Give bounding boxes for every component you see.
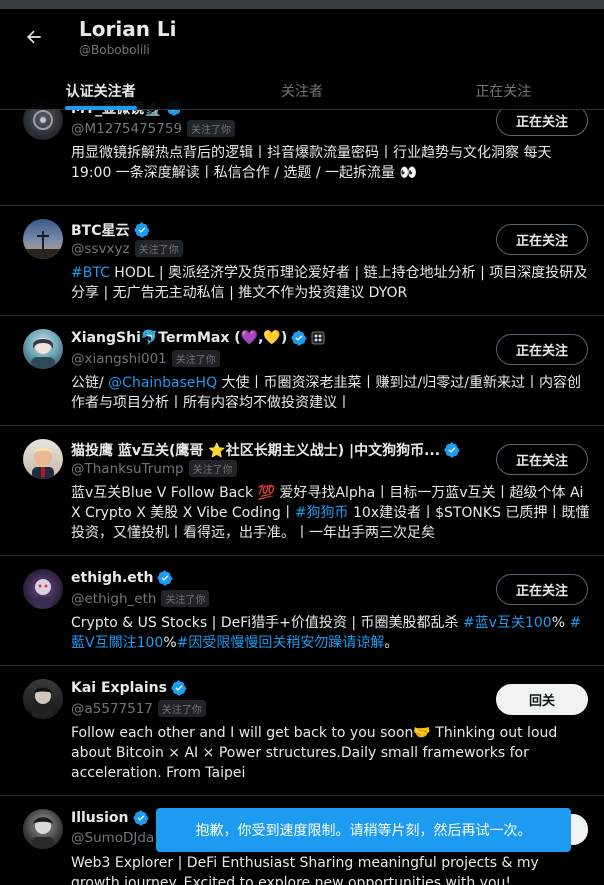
avatar[interactable]	[23, 569, 63, 609]
tab-followers[interactable]: 关注者	[201, 71, 402, 110]
page-title: Lorian Li	[79, 17, 177, 41]
following-button[interactable]: 正在关注	[496, 444, 588, 475]
bio-text: Follow each other and I will get back to…	[71, 725, 558, 781]
verified-badge-icon	[133, 222, 150, 238]
account-bio: Follow each other and I will get back to…	[71, 723, 591, 783]
following-button[interactable]: 正在关注	[496, 224, 588, 255]
profile-header: Lorian Li @Bobobolili 认证关注者 关注者 正在关注	[0, 9, 604, 110]
hashtag-link[interactable]: #狗狗币	[295, 505, 349, 521]
hashtag-link[interactable]: #BTC	[71, 265, 110, 281]
follows-you-badge: 关注了你	[187, 120, 236, 137]
affiliate-badge-icon	[311, 331, 325, 345]
account-name[interactable]: Kai Explains	[71, 680, 167, 696]
bio-text: Crypto & US Stocks | DeFi猎手+价值投资 | 币圈美股都…	[71, 615, 463, 631]
bio-text: %	[551, 615, 570, 631]
tab-label: 关注者	[280, 84, 323, 100]
window-top-strip	[0, 0, 604, 9]
account-name[interactable]: XiangShi🐬TermMax (💜,💛)	[71, 330, 287, 346]
account-handle: @SumoDJda	[71, 830, 155, 846]
hashtag-link[interactable]: #蓝v互关100	[463, 615, 552, 631]
account-name[interactable]: 猫投鹰 蓝v互关(鹰哥 ⭐社区长期主义战士) |中文狗狗币...	[71, 440, 440, 460]
rate-limit-toast: 抱歉，你受到速度限制。请稍等片刻，然后再试一次。	[156, 808, 571, 852]
account-handle: @M1275475759	[71, 120, 183, 137]
list-item[interactable]: 猫投鹰 蓝v互关(鹰哥 ⭐社区长期主义战士) |中文狗狗币... @Thanks…	[0, 426, 604, 556]
follows-you-badge: 关注了你	[171, 350, 220, 367]
account-handle: @ssvxyz	[71, 240, 130, 257]
avatar-image	[32, 447, 54, 479]
list-item[interactable]: MY_显微镜🔬 @M1275475759 关注了你 正在关注 用显微镜拆解热点背…	[0, 100, 604, 206]
follow-back-button[interactable]: 回关	[496, 684, 588, 715]
tab-following[interactable]: 正在关注	[403, 71, 604, 110]
tab-bar: 认证关注者 关注者 正在关注	[0, 71, 604, 110]
account-bio: Web3 Explorer | DeFi Enthusiast Sharing …	[71, 853, 591, 885]
list-item[interactable]: XiangShi🐬TermMax (💜,💛) @xiangshi001 关注了你…	[0, 316, 604, 426]
tab-label: 正在关注	[475, 84, 532, 100]
account-handle: @ethigh_eth	[71, 590, 157, 607]
avatar[interactable]	[23, 329, 63, 369]
arrow-left-icon	[27, 30, 41, 44]
page-handle: @Bobobolili	[79, 43, 150, 57]
account-handle: @ThanksuTrump	[71, 460, 184, 477]
tab-label: 认证关注者	[65, 84, 136, 100]
bio-text: Web3 Explorer | DeFi Enthusiast Sharing …	[71, 855, 539, 885]
follows-you-badge: 关注了你	[134, 240, 183, 257]
avatar[interactable]	[23, 219, 63, 259]
account-name[interactable]: Illusion	[71, 810, 129, 826]
bio-text: 公链/	[71, 375, 109, 391]
avatar-image	[31, 338, 55, 369]
list-item[interactable]: ethigh.eth @ethigh_eth 关注了你 正在关注 Crypto …	[0, 556, 604, 666]
follows-you-badge: 关注了你	[161, 590, 210, 607]
account-handle: @a5577517	[71, 700, 153, 717]
verified-badge-icon	[157, 570, 173, 586]
bio-text: %	[163, 635, 177, 651]
bio-text: 用显微镜拆解热点背后的逻辑丨抖音爆款流量密码丨行业趋势与文化洞察 每天19:00…	[71, 145, 552, 181]
account-bio: Crypto & US Stocks | DeFi猎手+价值投资 | 币圈美股都…	[71, 613, 591, 653]
following-button[interactable]: 正在关注	[496, 334, 588, 365]
verified-badge-icon	[171, 680, 187, 696]
follows-you-badge: 关注了你	[157, 700, 206, 717]
avatar[interactable]	[23, 439, 63, 479]
active-tab-indicator	[64, 106, 137, 110]
verified-badge-icon	[291, 330, 307, 346]
back-button[interactable]	[17, 20, 51, 54]
avatar-image	[32, 687, 54, 719]
account-name[interactable]: ethigh.eth	[71, 570, 153, 586]
hashtag-link[interactable]: #因受限慢慢回关稍安勿躁请谅解	[177, 635, 385, 651]
account-bio: 蓝v互关Blue V Follow Back 💯 爱好寻找Alpha丨目标一万蓝…	[71, 483, 591, 543]
following-button[interactable]: 正在关注	[496, 574, 588, 605]
bio-text: 。	[384, 635, 399, 651]
tab-verified-followers[interactable]: 认证关注者	[0, 71, 201, 110]
avatar-image	[23, 231, 63, 259]
avatar[interactable]	[23, 679, 63, 719]
verified-badge-icon	[444, 442, 460, 458]
bio-text: HODL | 奥派经济学及货币理论爱好者 | 链上持仓地址分析 | 项目深度投研…	[71, 265, 588, 301]
mention-link[interactable]: @ChainbaseHQ	[108, 375, 217, 391]
account-bio: 公链/ @ChainbaseHQ 大使丨币圈资深老韭菜丨赚到过/归零过/重新来过…	[71, 373, 591, 413]
list-item[interactable]: Kai Explains @a5577517 关注了你 回关 Follow ea…	[0, 666, 604, 796]
account-name[interactable]: BTC星云	[71, 220, 130, 240]
account-bio: #BTC HODL | 奥派经济学及货币理论爱好者 | 链上持仓地址分析 | 项…	[71, 263, 591, 303]
account-handle: @xiangshi001	[71, 350, 167, 367]
avatar-image	[32, 817, 54, 849]
avatar[interactable]	[23, 809, 63, 849]
account-bio: 用显微镜拆解热点背后的逻辑丨抖音爆款流量密码丨行业趋势与文化洞察 每天19:00…	[71, 143, 591, 183]
avatar-image	[33, 579, 53, 609]
follows-you-badge: 关注了你	[188, 460, 237, 477]
verified-badge-icon	[132, 810, 149, 826]
list-item[interactable]: BTC星云 @ssvxyz 关注了你 正在关注 #BTC HODL | 奥派经济…	[0, 206, 604, 316]
